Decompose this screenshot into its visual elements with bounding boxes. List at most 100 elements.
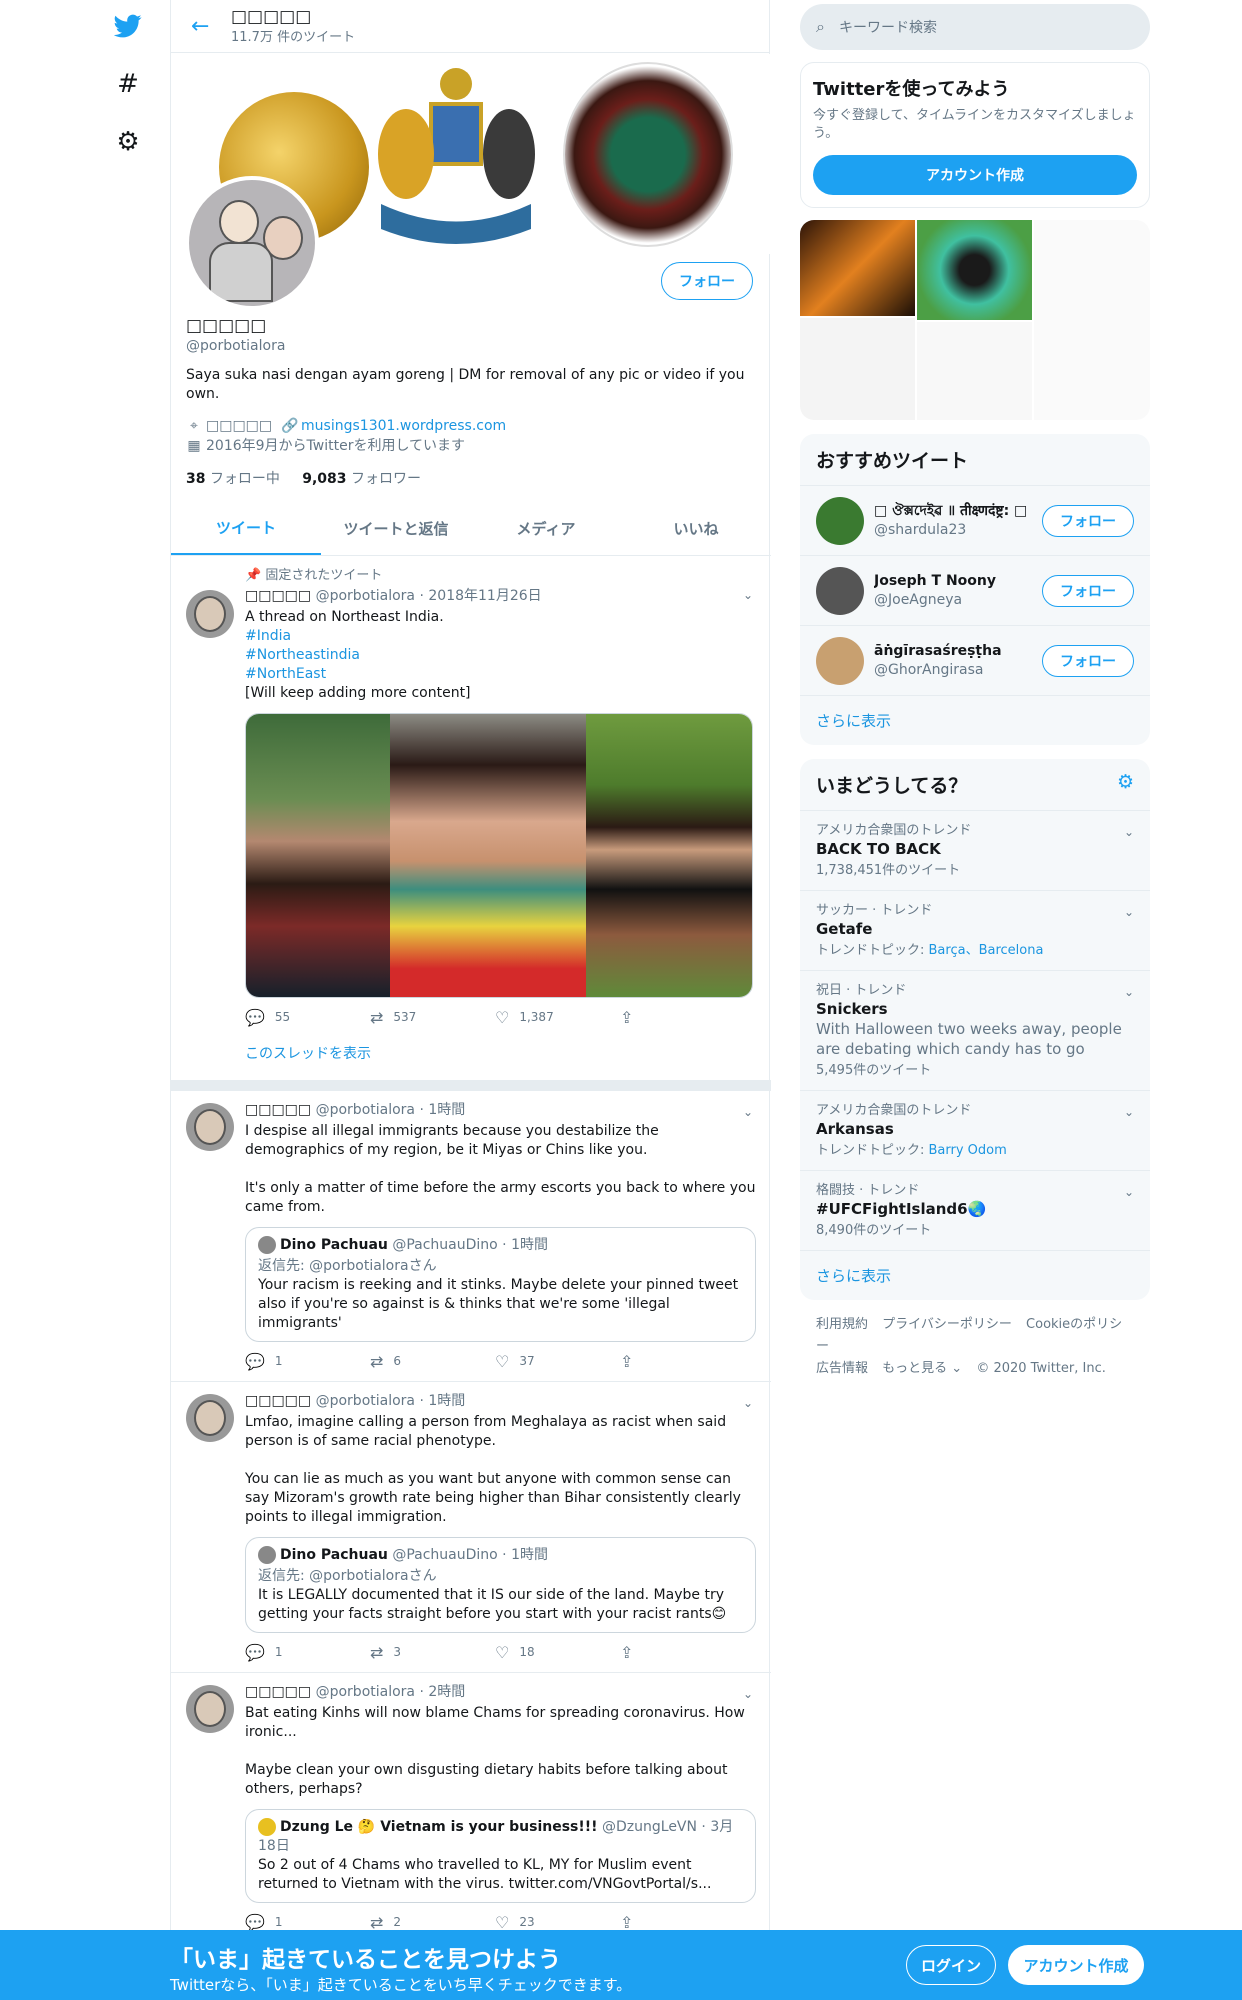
- tweet-media-grid[interactable]: [245, 713, 753, 998]
- share-button[interactable]: ⇪: [620, 1008, 745, 1027]
- settings-gear-icon[interactable]: ⚙: [108, 122, 148, 162]
- share-button[interactable]: ⇪: [620, 1352, 745, 1371]
- chevron-down-icon[interactable]: ⌄: [743, 1103, 753, 1122]
- copyright: © 2020 Twitter, Inc.: [976, 1361, 1106, 1376]
- reply-button[interactable]: 💬 55: [245, 1008, 370, 1027]
- hashtag-link[interactable]: #Northeastindia: [245, 646, 756, 665]
- tweet-avatar[interactable]: [186, 1103, 234, 1151]
- chevron-down-icon[interactable]: ⌄: [1124, 823, 1134, 842]
- back-arrow-icon[interactable]: ←: [191, 14, 231, 39]
- gear-icon[interactable]: ⚙: [1117, 771, 1134, 798]
- hashtag-link[interactable]: #India: [245, 627, 756, 646]
- reply-button[interactable]: 💬 1: [245, 1643, 370, 1662]
- tweet-item[interactable]: □□□□□ @porbotialora · 1時間 ⌄ Lmfao, imagi…: [171, 1382, 771, 1673]
- footer-link[interactable]: もっと見る ⌄: [882, 1361, 962, 1376]
- profile-website-link[interactable]: musings1301.wordpress.com: [301, 418, 506, 434]
- search-bar[interactable]: ⌕ キーワード検索: [800, 4, 1150, 50]
- chevron-down-icon[interactable]: ⌄: [743, 586, 753, 605]
- tweet-avatar[interactable]: [186, 1685, 234, 1733]
- footer-link[interactable]: 広告情報: [816, 1361, 868, 1376]
- following-stat[interactable]: 38 フォロー中: [186, 471, 280, 487]
- footer-link[interactable]: プライバシーポリシー: [882, 1317, 1012, 1332]
- trend-topic-link[interactable]: Barry Odom: [929, 1143, 1007, 1158]
- quote-avatar: [258, 1546, 276, 1564]
- profile-avatar[interactable]: [185, 176, 319, 310]
- media-gallery[interactable]: [800, 220, 1150, 420]
- avatar[interactable]: [816, 566, 864, 615]
- retweet-button[interactable]: ⇄ 3: [370, 1643, 495, 1662]
- chevron-down-icon[interactable]: ⌄: [1124, 1103, 1134, 1122]
- trend-item[interactable]: 祝日 · トレンド Snickers With Halloween two we…: [800, 971, 1150, 1091]
- tweet-avatar[interactable]: [186, 1394, 234, 1442]
- trend-item[interactable]: アメリカ合衆国のトレンド BACK TO BACK 1,738,451件のツイー…: [800, 811, 1150, 891]
- tweet-actions: 💬 55 ⇄ 537 ♡ 1,387 ⇪: [245, 1008, 756, 1027]
- media-photo[interactable]: [585, 714, 752, 997]
- twitter-logo-icon[interactable]: [108, 6, 148, 46]
- media-photo[interactable]: [390, 714, 586, 997]
- tab-tweets-replies[interactable]: ツイートと返信: [321, 502, 471, 555]
- chevron-down-icon[interactable]: ⌄: [1124, 983, 1134, 1002]
- search-icon: ⌕: [816, 17, 825, 36]
- recommended-account[interactable]: Joseph T Noony @JoeAgneya フォロー: [800, 556, 1150, 626]
- explore-hashtag-icon[interactable]: #: [108, 64, 148, 104]
- quoted-tweet[interactable]: Dzung Le 🤔 Vietnam is your business!!! @…: [245, 1809, 756, 1903]
- recommended-account[interactable]: āṅgīrasaśreṣṭha @GhorAngirasa フォロー: [800, 626, 1150, 696]
- trend-topic-link[interactable]: Barça、Barcelona: [929, 943, 1044, 958]
- show-more-link[interactable]: さらに表示: [800, 1251, 1150, 1300]
- quote-avatar: [258, 1236, 276, 1254]
- quote-avatar: [258, 1818, 276, 1836]
- trend-item[interactable]: 格闘技 · トレンド #UFCFightIsland6🌏 8,490件のツイート…: [800, 1171, 1150, 1251]
- tab-tweets[interactable]: ツイート: [171, 502, 321, 555]
- trend-item[interactable]: アメリカ合衆国のトレンド Arkansas トレンドトピック: Barry Od…: [800, 1091, 1150, 1171]
- like-button[interactable]: ♡ 1,387: [495, 1008, 620, 1027]
- tweet-item[interactable]: □□□□□ @porbotialora · 2時間 ⌄ Bat eating K…: [171, 1673, 771, 1943]
- tab-media[interactable]: メディア: [471, 502, 621, 555]
- follow-button[interactable]: フォロー: [1042, 574, 1134, 607]
- signup-button[interactable]: アカウント作成: [1008, 1945, 1144, 1985]
- gallery-photo[interactable]: [917, 322, 1032, 420]
- tweet-avatar[interactable]: [186, 590, 234, 638]
- media-photo[interactable]: [246, 714, 391, 997]
- like-button[interactable]: ♡ 18: [495, 1643, 620, 1662]
- quoted-tweet[interactable]: Dino Pachuau @PachuauDino · 1時間 返信先: @po…: [245, 1227, 756, 1342]
- tweet-actions: 💬 1 ⇄ 3 ♡ 18 ⇪: [245, 1643, 756, 1662]
- chevron-down-icon[interactable]: ⌄: [1124, 1183, 1134, 1202]
- avatar[interactable]: [816, 636, 864, 685]
- chevron-down-icon[interactable]: ⌄: [743, 1685, 753, 1704]
- login-button[interactable]: ログイン: [906, 1945, 996, 1985]
- trend-item[interactable]: サッカー · トレンド Getafe トレンドトピック: Barça、Barce…: [800, 891, 1150, 971]
- reply-icon: 💬: [245, 1008, 265, 1027]
- share-button[interactable]: ⇪: [620, 1643, 745, 1662]
- profile-joined: 2016年9月からTwitterを利用しています: [206, 438, 466, 454]
- recommended-account[interactable]: □ ঔক্সদেইৱ ॥ तीक्ष्णदंष्ट्र: □ @shardula2…: [800, 486, 1150, 556]
- tab-likes[interactable]: いいね: [621, 502, 771, 555]
- gallery-photo[interactable]: [1034, 220, 1150, 420]
- emblem-medallion-image: [563, 62, 733, 247]
- tweet-item[interactable]: 📌 固定されたツイート □□□□□ @porbotialora · 2018年1…: [171, 556, 771, 1081]
- gallery-photo[interactable]: [917, 220, 1032, 320]
- gallery-photo[interactable]: [800, 318, 915, 420]
- hashtag-link[interactable]: #NorthEast: [245, 665, 756, 684]
- gallery-photo[interactable]: [800, 220, 915, 316]
- heart-icon: ♡: [495, 1352, 510, 1371]
- retweet-button[interactable]: ⇄ 537: [370, 1008, 495, 1027]
- follow-button[interactable]: フォロー: [1042, 504, 1134, 537]
- tweet-item[interactable]: □□□□□ @porbotialora · 1時間 ⌄ I despise al…: [171, 1091, 771, 1382]
- chevron-down-icon[interactable]: ⌄: [743, 1394, 753, 1413]
- reply-button[interactable]: 💬 1: [245, 1352, 370, 1371]
- follow-button[interactable]: フォロー: [1042, 644, 1134, 677]
- avatar[interactable]: [816, 496, 864, 545]
- search-input[interactable]: キーワード検索: [839, 17, 937, 37]
- show-thread-link[interactable]: このスレッドを表示: [245, 1045, 756, 1064]
- tweet-header: □□□□□ @porbotialora · 1時間: [245, 1393, 466, 1409]
- like-button[interactable]: ♡ 37: [495, 1352, 620, 1371]
- footer-link[interactable]: 利用規約: [816, 1317, 868, 1332]
- create-account-button[interactable]: アカウント作成: [813, 155, 1137, 195]
- quoted-tweet[interactable]: Dino Pachuau @PachuauDino · 1時間 返信先: @po…: [245, 1537, 756, 1633]
- follow-button[interactable]: フォロー: [661, 262, 753, 300]
- retweet-button[interactable]: ⇄ 6: [370, 1352, 495, 1371]
- show-more-link[interactable]: さらに表示: [800, 696, 1150, 745]
- followers-stat[interactable]: 9,083 フォロワー: [302, 471, 421, 487]
- thread-separator: [171, 1081, 771, 1091]
- chevron-down-icon[interactable]: ⌄: [1124, 903, 1134, 922]
